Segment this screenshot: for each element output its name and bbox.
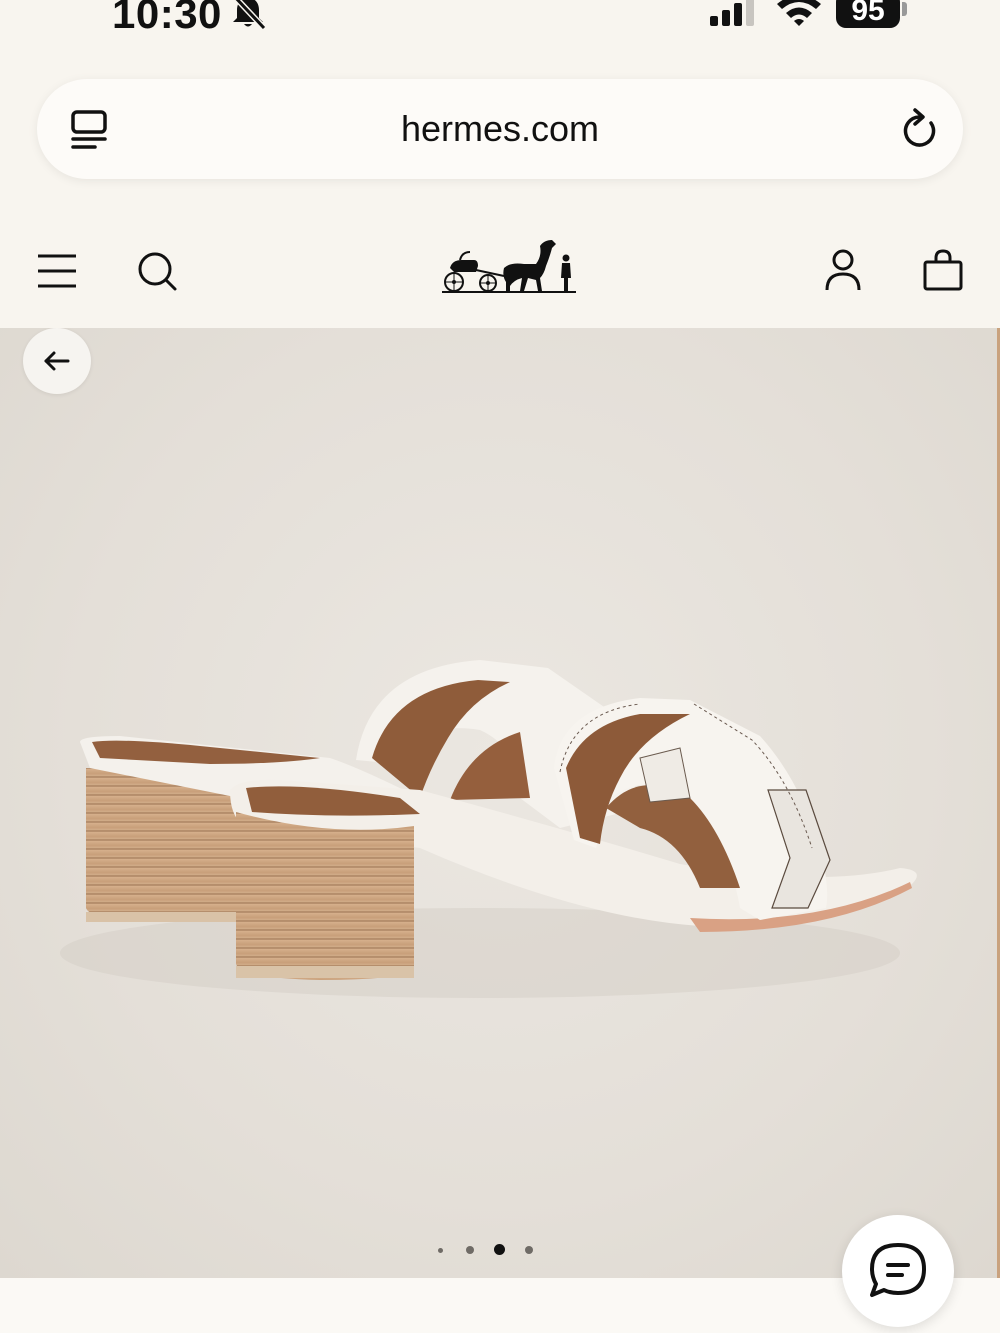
cellular-signal-icon [710, 0, 754, 26]
product-photo-sandals [60, 660, 917, 998]
reload-icon[interactable] [901, 107, 941, 151]
hamburger-menu-icon[interactable] [36, 252, 78, 290]
status-bar: 10:30 95 [0, 0, 1000, 52]
carousel-dots [430, 1240, 550, 1260]
carousel-dot[interactable] [466, 1246, 474, 1254]
carousel-dot[interactable] [525, 1246, 533, 1254]
account-icon[interactable] [824, 248, 862, 292]
carriage-logo[interactable] [440, 234, 580, 298]
arrow-left-icon [44, 351, 70, 371]
carousel-dot[interactable] [438, 1248, 443, 1253]
product-image-gallery[interactable] [0, 328, 1000, 1278]
chat-bubble-icon [870, 1243, 926, 1297]
chat-button[interactable] [842, 1215, 954, 1327]
carousel-dot-active[interactable] [494, 1244, 505, 1255]
back-button[interactable] [23, 328, 91, 394]
wifi-icon [777, 0, 821, 26]
shopping-bag-icon[interactable] [922, 248, 964, 292]
battery-nub [902, 2, 907, 16]
site-header [0, 222, 1000, 328]
bell-slash-icon [233, 0, 267, 30]
battery-level: 95 [836, 0, 900, 28]
search-icon[interactable] [136, 250, 178, 292]
url-text[interactable]: hermes.com [37, 107, 963, 151]
status-time: 10:30 [112, 0, 222, 37]
address-bar[interactable]: hermes.com [37, 79, 963, 179]
